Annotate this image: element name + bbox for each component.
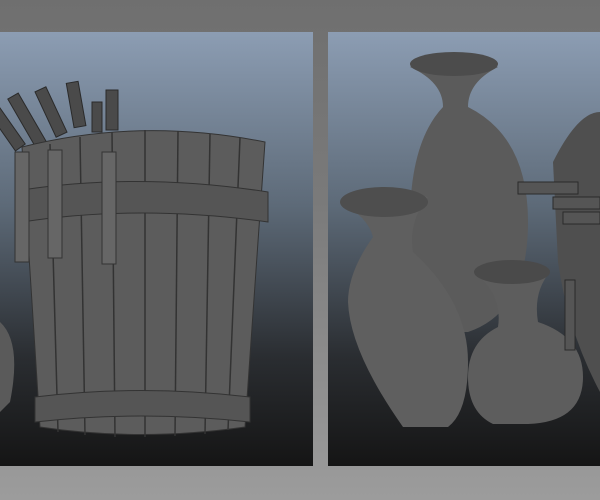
- viewport-right[interactable]: [328, 32, 600, 466]
- vases-model: [340, 52, 600, 427]
- bucket-model: [0, 80, 269, 438]
- viewport-left[interactable]: persp: [0, 32, 313, 466]
